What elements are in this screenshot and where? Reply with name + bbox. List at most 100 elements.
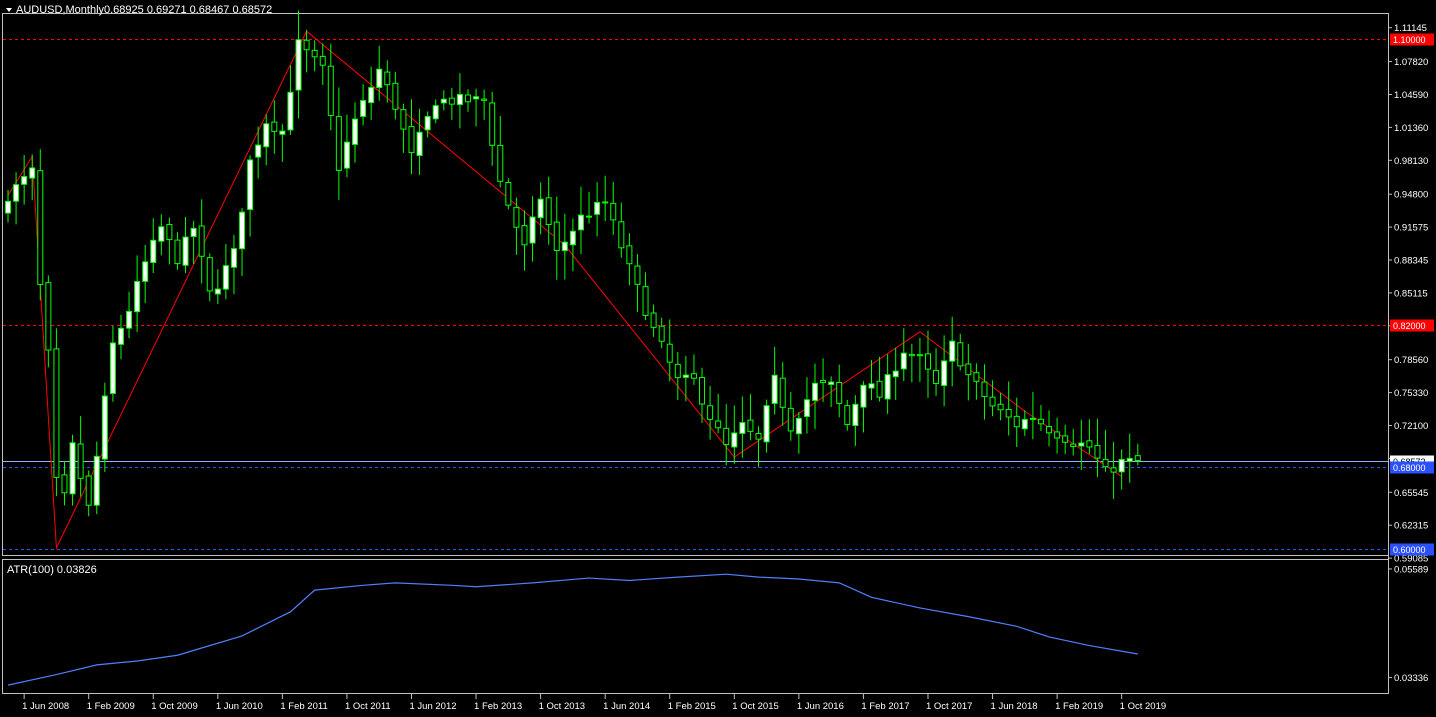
candle-body [1062,435,1069,443]
candle [674,351,681,400]
candle [553,196,560,280]
candle-body [287,91,294,131]
price-tick-label: 0.98130 [1394,156,1428,167]
candle [933,348,940,396]
candle-body [311,49,318,58]
symbol-menu-triangle-icon[interactable] [6,8,12,12]
level-tag-label-0: 1.10000 [1393,35,1426,45]
candle [158,214,165,256]
candle-body [142,261,149,282]
candle-body [707,405,714,420]
candle-body [513,207,520,228]
candle-body [989,396,996,407]
candle [239,207,246,277]
candle-body [448,97,455,105]
candle-body [303,39,310,51]
candle [489,91,496,166]
candle-body [1094,445,1101,459]
candle-body [900,352,907,370]
candle [432,99,439,124]
candle [997,392,1004,421]
candle-body [473,96,480,100]
time-tick-label: 1 Oct 2017 [926,701,972,712]
candle [1062,424,1069,455]
candle-body [965,363,972,376]
candle-body [497,144,504,182]
candle-body [368,87,375,104]
candle-body [521,225,528,246]
time-tick-label: 1 Feb 2013 [474,701,522,712]
candle-body [247,159,254,211]
candle-body [610,202,617,221]
candle-body [101,395,108,460]
candle [61,461,68,506]
candle-body [602,201,609,204]
candle [392,71,399,120]
candle [642,272,649,321]
candle [594,182,601,237]
candle [166,217,173,265]
candle [5,189,11,223]
candle-body [957,342,964,367]
candle-body [21,176,28,185]
candle-body [45,282,52,351]
candle [941,335,948,407]
candle [707,385,714,440]
candle-body [85,475,92,506]
candle [658,317,665,349]
candle-body [981,381,988,397]
candle-body [553,221,560,252]
candle-body [941,360,948,386]
candle-body [892,370,899,378]
candle-body [690,373,697,379]
candle [1013,397,1020,448]
candle [1037,405,1044,432]
candle [690,354,697,385]
time-tick-label: 1 Feb 2011 [280,701,327,712]
candle [29,154,36,201]
candle [416,108,423,175]
candle-body [723,427,730,446]
candle [820,358,827,402]
candle-body [182,236,189,266]
candle [973,363,980,400]
candle [85,470,92,517]
candle [957,333,964,371]
candle-body [803,399,810,417]
candle [795,411,802,454]
candle [287,65,294,135]
candle [1078,419,1085,471]
candle [908,343,915,383]
candle-body [384,71,391,86]
candle [803,377,810,434]
level-tag-label-1: 0.82000 [1393,321,1426,331]
candle-body [279,130,286,135]
candle-body [1078,442,1085,447]
candle-body [53,348,60,478]
chart-canvas[interactable]: 1.11145 1.07820 1.04590 1.01360 0.98130 0.948… [0,0,1436,717]
candle [295,10,302,119]
candle [723,404,730,466]
candle-body [1013,415,1020,428]
candle-body [456,93,463,106]
candle [1094,418,1101,477]
chart-window[interactable]: 1.11145 1.07820 1.04590 1.01360 0.98130 0.948… [0,0,1436,717]
price-tick-label: 0.78560 [1394,355,1428,366]
candle-body [109,342,116,394]
candle-body [174,239,181,265]
candle-body [352,118,359,145]
candle-body [166,223,173,241]
price-tick-label: 0.85115 [1394,288,1428,299]
candle-body [844,405,851,426]
candle [949,316,956,387]
candle-body [158,226,165,242]
zigzag-indicator [7,30,1122,550]
candle [109,325,116,402]
candle-body [489,102,496,146]
candle-body [1037,418,1044,425]
candle [884,354,891,414]
candle [876,356,883,402]
candle [263,114,270,166]
candle-body [1086,440,1093,448]
candle-body [392,82,399,110]
